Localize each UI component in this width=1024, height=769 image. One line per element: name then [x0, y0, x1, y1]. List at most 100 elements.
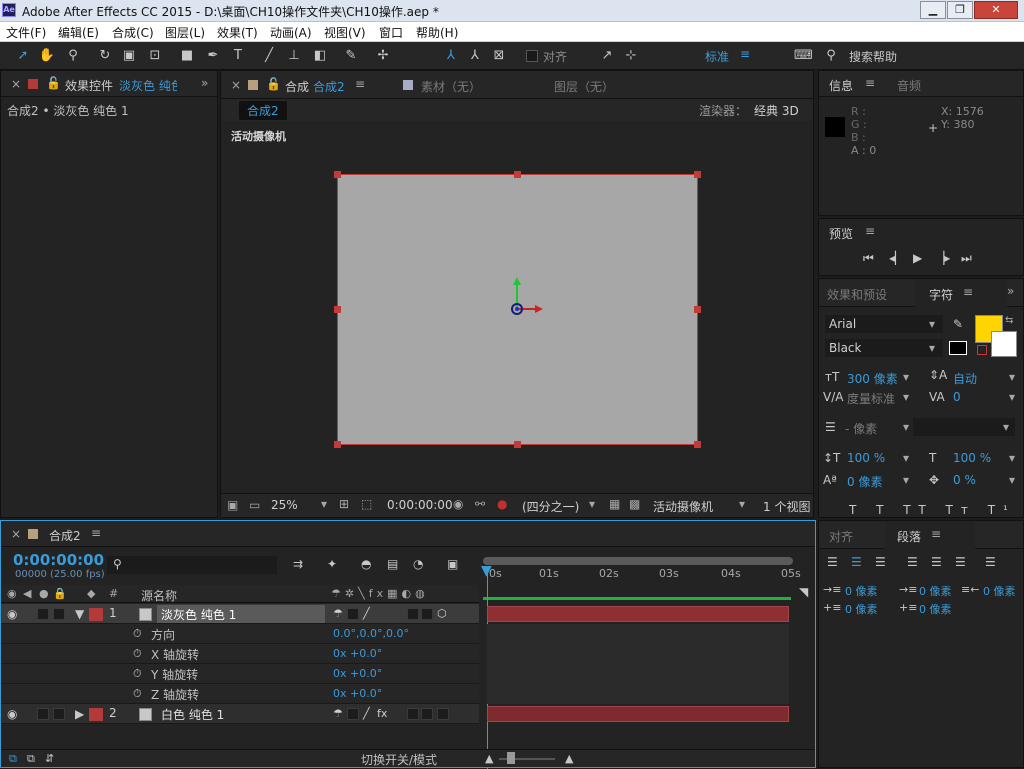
- views-select[interactable]: 1 个视图: [763, 498, 810, 515]
- roto-brush-tool-icon[interactable]: ✎: [342, 47, 360, 65]
- adjustment-switch[interactable]: [407, 708, 419, 720]
- snap-checkbox[interactable]: [526, 50, 538, 62]
- monitor-icon[interactable]: ▭: [249, 498, 260, 512]
- shy-switch-icon[interactable]: ☂: [333, 607, 343, 620]
- clone-stamp-tool-icon[interactable]: ⊥: [285, 47, 303, 65]
- black-white-icon[interactable]: [949, 341, 967, 355]
- show-snapshot-icon[interactable]: ⚯: [475, 497, 485, 511]
- property-value[interactable]: 0x +0.0°: [333, 687, 382, 700]
- tab-menu-icon[interactable]: ≡: [355, 77, 365, 91]
- justify-left-icon[interactable]: ☰: [907, 555, 918, 569]
- region-icon[interactable]: ⬚: [361, 497, 372, 511]
- menu-effect[interactable]: 效果(T): [217, 24, 258, 41]
- tracking-value[interactable]: 0: [953, 390, 961, 404]
- layer-search-input[interactable]: [107, 556, 277, 574]
- collapse-icon[interactable]: ▼: [75, 607, 84, 621]
- close-button[interactable]: ✕: [974, 1, 1018, 19]
- transform-gizmo-icon[interactable]: [497, 275, 545, 323]
- rectangle-tool-icon[interactable]: ■: [178, 47, 196, 65]
- shy-icon[interactable]: ◓: [361, 557, 371, 571]
- comp-button-icon[interactable]: ◥: [799, 585, 808, 599]
- pen-tool-icon[interactable]: ✒: [204, 47, 222, 65]
- last-frame-icon[interactable]: ⏭: [961, 251, 972, 266]
- lock-switch[interactable]: [53, 708, 65, 720]
- 3d-layer-icon[interactable]: ⬡: [437, 607, 447, 620]
- next-frame-icon[interactable]: ▕▸: [935, 251, 950, 265]
- shy-switch-icon[interactable]: ☂: [333, 707, 343, 720]
- transparency-grid-icon[interactable]: ▩: [629, 497, 640, 511]
- channel-icon[interactable]: ●: [497, 497, 507, 511]
- visibility-icon[interactable]: ◉: [7, 607, 17, 621]
- layer-duration-bar[interactable]: [487, 606, 789, 622]
- zoom-level[interactable]: 25%: [271, 498, 298, 512]
- close-tab-icon[interactable]: ×: [231, 78, 241, 92]
- kerning-value[interactable]: 度量标准: [847, 390, 895, 407]
- camera-dropdown-icon[interactable]: ▾: [739, 497, 745, 511]
- snap-grid-icon[interactable]: ⊹: [622, 47, 640, 65]
- property-value[interactable]: 0x +0.0°: [333, 647, 382, 660]
- search-help-input[interactable]: 搜索帮助: [849, 48, 897, 65]
- draft-3d-icon[interactable]: ✦: [327, 557, 337, 571]
- layer-handle[interactable]: [334, 171, 341, 178]
- puppet-tool-icon[interactable]: ✢: [374, 47, 392, 65]
- vertical-scale-value[interactable]: 100 %: [847, 451, 885, 465]
- layer-row[interactable]: ◉ ▶ 2 白色 纯色 1 ☂ ╱ fx: [1, 704, 479, 724]
- view-axis-icon[interactable]: ⊠: [490, 47, 508, 65]
- space-before-value[interactable]: 0 像素: [845, 601, 878, 617]
- tab-menu-icon[interactable]: ≡: [963, 285, 973, 299]
- layer-handle[interactable]: [694, 306, 701, 313]
- comp-flowchart-icon[interactable]: ⇉: [293, 557, 303, 571]
- layer-handle[interactable]: [334, 306, 341, 313]
- swap-colors-icon[interactable]: ⇆: [1005, 315, 1013, 326]
- zoom-dropdown-icon[interactable]: ▾: [321, 497, 327, 511]
- motion-blur-switch[interactable]: [421, 608, 433, 620]
- 3d-layer-switch[interactable]: [437, 708, 449, 720]
- menu-view[interactable]: 视图(V): [324, 24, 366, 41]
- close-tab-icon[interactable]: ×: [11, 77, 21, 91]
- tab-composition[interactable]: 合成: [285, 78, 309, 95]
- tab-composition-name[interactable]: 合成2: [313, 78, 345, 95]
- align-right-icon[interactable]: ☰: [875, 555, 886, 569]
- horizontal-scale-dropdown-icon[interactable]: ▾: [1009, 451, 1015, 465]
- tab-character[interactable]: 字符: [929, 286, 953, 303]
- pan-behind-tool-icon[interactable]: ⊡: [146, 47, 164, 65]
- tab-menu-icon[interactable]: ≡: [91, 526, 101, 540]
- toggle-switches-modes[interactable]: 切换开关/模式: [361, 751, 437, 768]
- local-axis-icon[interactable]: ⅄: [442, 47, 460, 65]
- zoom-in-icon[interactable]: ▲: [565, 752, 573, 765]
- font-family-select[interactable]: Arial: [825, 315, 943, 333]
- minimize-button[interactable]: ▁: [920, 1, 946, 19]
- align-center-icon[interactable]: ☰: [851, 555, 862, 569]
- expand-transfer-icon[interactable]: ⧉: [27, 752, 35, 766]
- space-after-value[interactable]: 0 像素: [919, 601, 952, 617]
- menu-window[interactable]: 窗口: [379, 24, 403, 41]
- lock-icon[interactable]: 🔓: [266, 77, 281, 91]
- property-value[interactable]: 0.0°,0.0°,0.0°: [333, 627, 409, 640]
- tab-preview[interactable]: 预览: [829, 225, 853, 242]
- layer-handle[interactable]: [514, 171, 521, 178]
- lock-switch[interactable]: [53, 608, 65, 620]
- adjustment-switch[interactable]: [407, 608, 419, 620]
- horizontal-scale-value[interactable]: 100 %: [953, 451, 991, 465]
- align-left-icon[interactable]: ☰: [827, 555, 838, 569]
- motion-blur-icon[interactable]: ◔: [413, 557, 423, 571]
- menu-edit[interactable]: 编辑(E): [58, 24, 99, 41]
- layer-name[interactable]: 白色 纯色 1: [161, 706, 224, 723]
- menu-animation[interactable]: 动画(A): [270, 24, 312, 41]
- prev-frame-icon[interactable]: ◂▏: [889, 251, 904, 265]
- workspace-menu-icon[interactable]: ≡: [740, 47, 750, 61]
- menu-file[interactable]: 文件(F): [6, 24, 46, 41]
- expand-switches-icon[interactable]: ⧉: [9, 752, 17, 766]
- zoom-out-icon[interactable]: ▲: [485, 752, 493, 765]
- close-tab-icon[interactable]: ×: [11, 527, 21, 541]
- resolution-select[interactable]: (四分之一): [522, 498, 579, 515]
- layer-handle[interactable]: [694, 441, 701, 448]
- layer-duration-bar[interactable]: [487, 706, 789, 722]
- source-name-header[interactable]: 源名称: [141, 587, 177, 604]
- leading-dropdown-icon[interactable]: ▾: [1009, 370, 1015, 384]
- camera-tool-icon[interactable]: ▣: [120, 47, 138, 65]
- tab-timeline-comp[interactable]: 合成2: [49, 527, 81, 544]
- selection-tool-icon[interactable]: ➚: [14, 47, 32, 65]
- tab-info[interactable]: 信息: [829, 77, 853, 94]
- menu-layer[interactable]: 图层(L): [165, 24, 205, 41]
